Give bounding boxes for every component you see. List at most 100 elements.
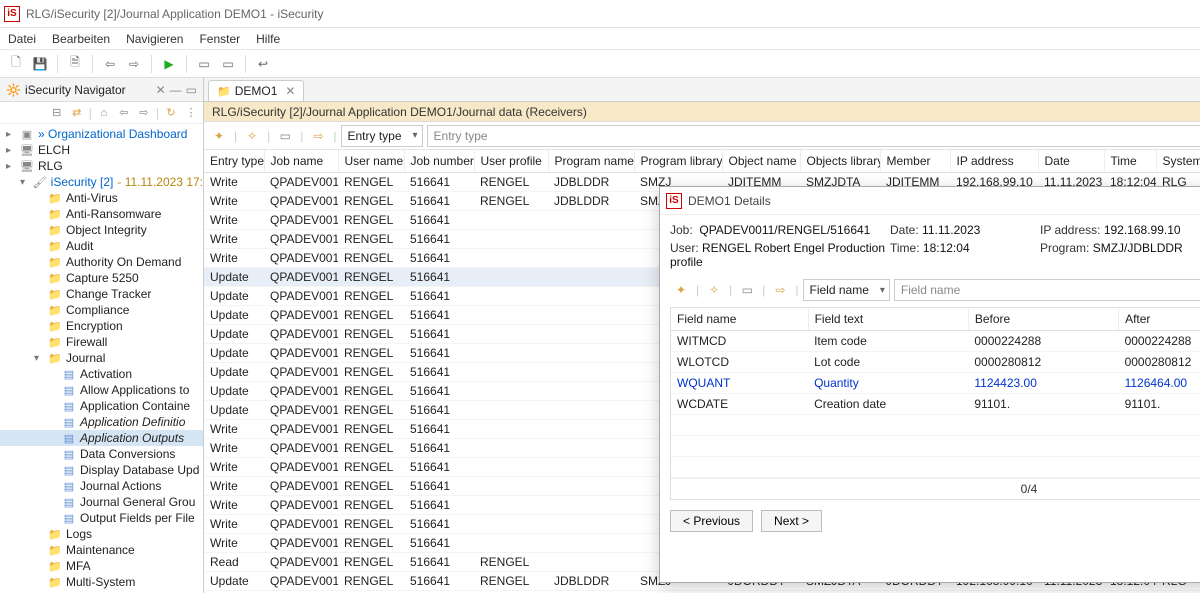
back-icon[interactable]: ⇦ (100, 54, 120, 74)
link-icon[interactable]: ⇄ (69, 105, 85, 121)
tree-item[interactable]: ▸🖥ELCH (0, 142, 203, 158)
new-icon[interactable]: 🗋 (6, 54, 26, 74)
tree-item[interactable]: ▸▣» Organizational Dashboard (0, 126, 203, 142)
next-button[interactable]: Next > (761, 510, 822, 532)
col-header[interactable]: Field text (808, 308, 968, 331)
filter-box-icon[interactable]: ▭ (274, 125, 296, 147)
tree-item[interactable]: 📁MFA (0, 558, 203, 574)
tree-item[interactable]: ▤Journal General Grou (0, 494, 203, 510)
tree-item[interactable]: 📁Audit (0, 238, 203, 254)
menu-datei[interactable]: Datei (8, 32, 36, 46)
run-icon[interactable]: ▶ (159, 54, 179, 74)
previous-button[interactable]: < Previous (670, 510, 753, 532)
filter-arrow-icon[interactable]: ⇨ (307, 125, 329, 147)
tab-demo1[interactable]: 📁 DEMO1 ✕ (208, 80, 304, 101)
save-icon[interactable]: 💾 (30, 54, 50, 74)
tree-item[interactable]: ▾🖌iSecurity [2] - 11.11.2023 17: (0, 174, 203, 190)
tree-item[interactable]: 📁Object Integrity (0, 222, 203, 238)
col-header[interactable]: Entry type (204, 150, 264, 173)
folder-icon: 📁 (48, 191, 62, 205)
tree-item[interactable]: 📁Change Tracker (0, 286, 203, 302)
filter-input[interactable] (427, 125, 1200, 147)
col-header[interactable]: After (1119, 308, 1200, 331)
dlg-filter-arrow-icon[interactable]: ⇨ (769, 279, 791, 301)
table-row[interactable]: WQUANTQuantity1124423.001126464.00Yes (671, 373, 1200, 394)
tree-item[interactable]: 📁Logs (0, 526, 203, 542)
fwd-nav-icon[interactable]: ⇨ (136, 105, 152, 121)
tab-close-icon[interactable]: ✕ (285, 84, 295, 98)
doc-icon[interactable]: 🗎 (65, 54, 85, 74)
home-icon[interactable]: ⌂ (96, 105, 112, 121)
col-header[interactable]: Program name (548, 150, 634, 173)
col-header[interactable]: Job number (404, 150, 474, 173)
dlg-filter-input[interactable] (894, 279, 1200, 301)
tree-item[interactable]: 📁Compliance (0, 302, 203, 318)
tree-item[interactable]: 📁Anti-Ransomware (0, 206, 203, 222)
tree-item[interactable]: 📁Maintenance (0, 542, 203, 558)
tree-item[interactable]: ▤Application Definitio (0, 414, 203, 430)
table-row[interactable]: WCDATECreation date91101.91101.No (671, 394, 1200, 415)
step-icon[interactable]: ↩ (253, 54, 273, 74)
dlg-filter-star-icon[interactable]: ✧ (703, 279, 725, 301)
filter-add-icon[interactable]: ✦ (208, 125, 230, 147)
tree-item[interactable]: ▤Data Conversions (0, 446, 203, 462)
forward-icon[interactable]: ⇨ (124, 54, 144, 74)
col-header[interactable]: Field name (671, 308, 808, 331)
chevron-down-icon[interactable]: ▾ (34, 353, 46, 364)
menu-navigieren[interactable]: Navigieren (126, 32, 183, 46)
box2-icon[interactable]: ▭ (218, 54, 238, 74)
col-header[interactable]: Time (1104, 150, 1156, 173)
col-header[interactable]: IP address (950, 150, 1038, 173)
dialog-grid-wrap[interactable]: Field nameField textBeforeAfterChangedWI… (670, 307, 1200, 500)
table-row[interactable]: WLOTCDLot code00002808120000280812No (671, 352, 1200, 373)
tree-item[interactable]: 📁Encryption (0, 318, 203, 334)
close-pane-icon[interactable]: ✕ (156, 83, 166, 97)
tree-item[interactable]: ▾📁Journal (0, 350, 203, 366)
col-header[interactable]: Member (880, 150, 950, 173)
filter-star-icon[interactable]: ✧ (241, 125, 263, 147)
tree-item[interactable]: 📁Authority On Demand (0, 254, 203, 270)
menu-fenster[interactable]: Fenster (199, 32, 240, 46)
chevron-right-icon[interactable]: ▸ (6, 129, 18, 140)
collapse-all-icon[interactable]: ⊟ (49, 105, 65, 121)
table-row[interactable]: WITMCDItem code00002242880000224288No (671, 331, 1200, 352)
col-header[interactable]: Program library (634, 150, 722, 173)
menu-icon[interactable]: ⋮ (183, 105, 199, 121)
col-header[interactable]: Objects library (800, 150, 880, 173)
tree-item[interactable]: ▤Allow Applications to (0, 382, 203, 398)
tree-item[interactable]: ▤Activation (0, 366, 203, 382)
chevron-down-icon[interactable]: ▾ (20, 177, 31, 188)
col-header[interactable]: Date (1038, 150, 1104, 173)
dlg-filter-add-icon[interactable]: ✦ (670, 279, 692, 301)
col-header[interactable]: Before (968, 308, 1118, 331)
navigator-tree[interactable]: ▸▣» Organizational Dashboard▸🖥ELCH▸🖥RLG▾… (0, 124, 203, 593)
restore-pane-icon[interactable]: ▭ (186, 83, 197, 97)
col-header[interactable]: User name (338, 150, 404, 173)
tree-item[interactable]: ▤Application Outputs (0, 430, 203, 446)
tree-item[interactable]: 📁Multi-System (0, 574, 203, 590)
tree-item[interactable]: ▤Output Fields per File (0, 510, 203, 526)
col-header[interactable]: Job name (264, 150, 338, 173)
chevron-right-icon[interactable]: ▸ (6, 161, 18, 172)
refresh-icon[interactable]: ↻ (163, 105, 179, 121)
col-header[interactable]: User profile (474, 150, 548, 173)
tree-item[interactable]: ▤Journal Actions (0, 478, 203, 494)
menu-hilfe[interactable]: Hilfe (256, 32, 280, 46)
dialog-titlebar[interactable]: iS DEMO1 Details ✕ (660, 187, 1200, 215)
tree-item[interactable]: 📁Anti-Virus (0, 190, 203, 206)
col-header[interactable]: Object name (722, 150, 800, 173)
tree-item[interactable]: 📁Capture 5250 (0, 270, 203, 286)
box1-icon[interactable]: ▭ (194, 54, 214, 74)
tree-item[interactable]: ▤Application Containe (0, 398, 203, 414)
back-nav-icon[interactable]: ⇦ (116, 105, 132, 121)
chevron-right-icon[interactable]: ▸ (6, 145, 18, 156)
filter-field-select[interactable]: Entry type (341, 125, 423, 147)
tree-item[interactable]: 📁Firewall (0, 334, 203, 350)
tree-item[interactable]: ▤Display Database Upd (0, 462, 203, 478)
dlg-filter-select[interactable]: Field name (803, 279, 890, 301)
minimize-pane-icon[interactable]: — (170, 83, 182, 97)
dlg-filter-box-icon[interactable]: ▭ (736, 279, 758, 301)
menu-bearbeiten[interactable]: Bearbeiten (52, 32, 110, 46)
col-header[interactable]: System name (1156, 150, 1200, 173)
tree-item[interactable]: ▸🖥RLG (0, 158, 203, 174)
